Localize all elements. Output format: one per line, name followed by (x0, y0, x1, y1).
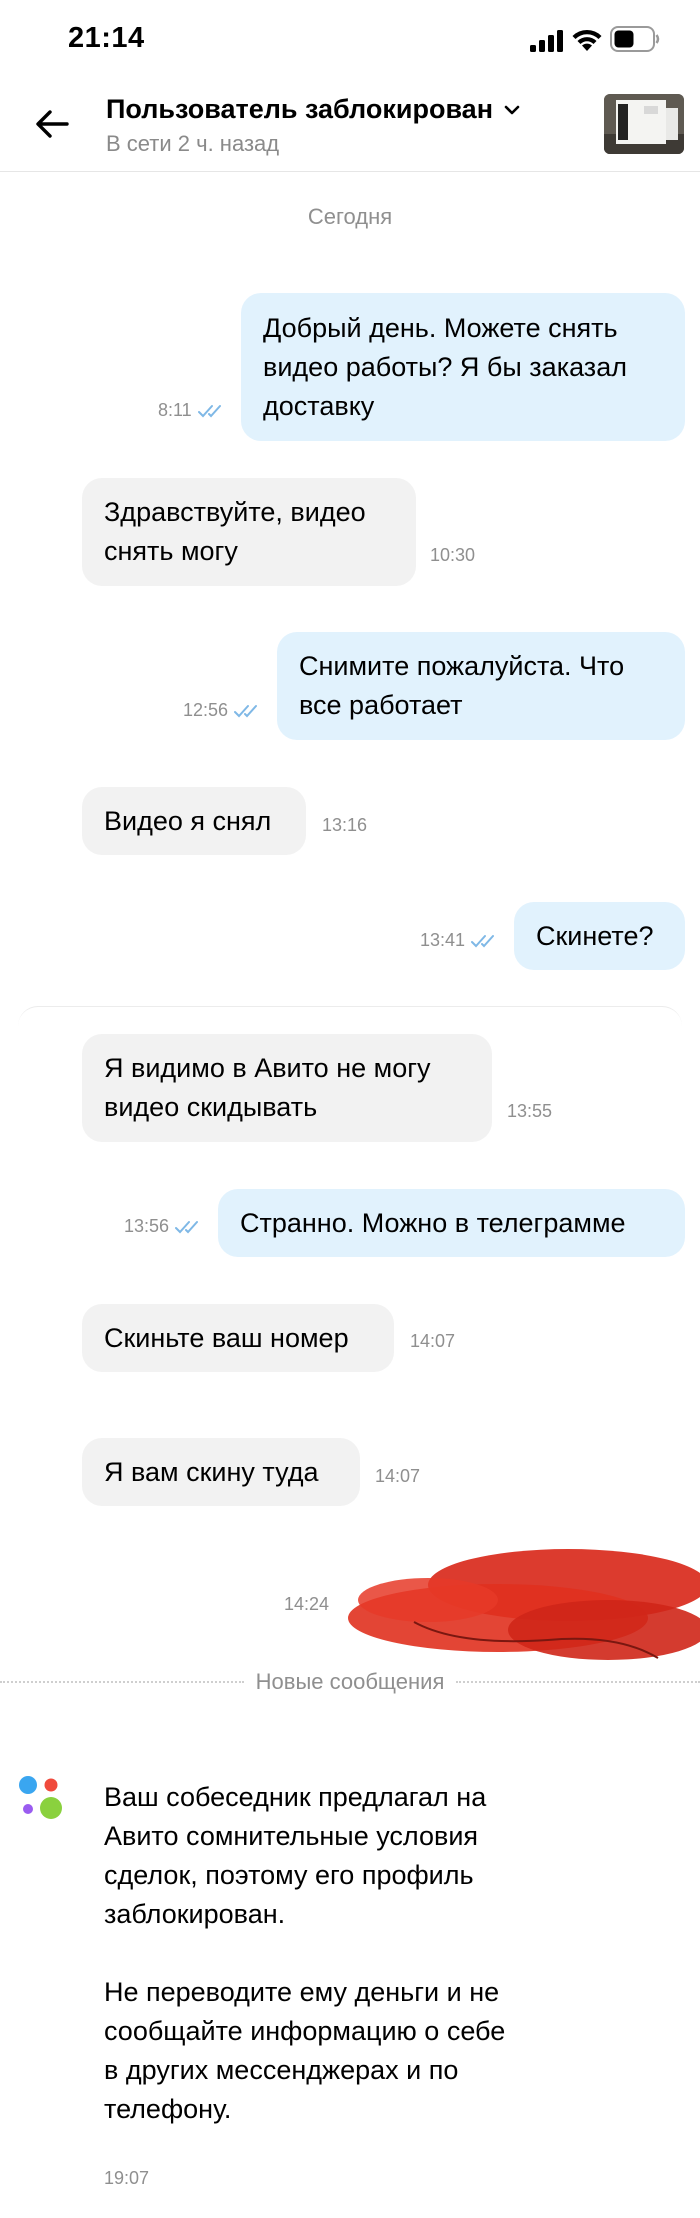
message-time: 12:56 (183, 700, 229, 720)
new-messages-divider: Новые сообщения (0, 1664, 700, 1700)
message-line: Скинете? (536, 920, 654, 951)
chat-title-block[interactable]: Пользователь заблокирован В сети 2 ч. на… (106, 94, 521, 157)
back-button[interactable] (30, 102, 74, 146)
chat-title[interactable]: Пользователь заблокирован (106, 94, 493, 125)
status-time: 21:14 (68, 22, 145, 54)
message-meta: 14:07 (410, 1331, 455, 1352)
incoming-message[interactable]: Я видимо в Авито не могу видео скидывать (82, 1034, 492, 1142)
system-line: Не переводите ему деньги и не (104, 1977, 500, 2007)
system-line: в других мессенджерах и по (104, 2055, 459, 2085)
message-line: все работает (299, 690, 463, 720)
incoming-message[interactable]: Скиньте ваш номер (82, 1304, 394, 1372)
read-checkmarks-icon (234, 704, 258, 717)
system-line: телефону. (104, 2094, 232, 2124)
divider-dots (0, 1681, 244, 1683)
online-status: В сети 2 ч. назад (106, 131, 280, 156)
back-arrow-icon (36, 110, 69, 138)
message-time: 14:07 (375, 1466, 421, 1486)
system-line: заблокирован. (104, 1899, 286, 1929)
system-line: Ваш собеседник предлагал на (104, 1782, 487, 1812)
wifi-icon (572, 29, 602, 51)
incoming-message[interactable]: Я вам скину туда (82, 1438, 360, 1506)
system-line: сообщайте информацию о себе (104, 2016, 506, 2046)
message-time: 14:24 (284, 1594, 330, 1614)
outgoing-message[interactable]: Скинете? (514, 902, 685, 970)
outgoing-message[interactable]: Снимите пожалуйста. Что все работает (277, 632, 685, 740)
divider-dots (456, 1681, 700, 1683)
listing-thumbnail[interactable] (604, 94, 684, 154)
chat-header: Пользователь заблокирован В сети 2 ч. на… (0, 80, 700, 172)
message-line: Я вам скину туда (104, 1456, 319, 1487)
message-meta: 10:30 (430, 545, 475, 566)
message-meta: 13:16 (322, 815, 367, 836)
message-time: 8:11 (158, 400, 192, 420)
incoming-message[interactable]: Здравствуйте, видео снять могу (82, 478, 416, 586)
message-time: 14:07 (410, 1331, 456, 1351)
avito-logo-icon (19, 1776, 62, 1819)
message-line: снять могу (104, 536, 238, 566)
outgoing-message[interactable]: Добрый день. Можете снять видео работы? … (241, 293, 685, 441)
message-line: видео скидывать (104, 1092, 318, 1122)
system-paragraph: Не переводите ему деньги и не сообщайте … (104, 1973, 564, 2129)
message-line: Снимите пожалуйста. Что (299, 651, 625, 681)
system-line: Авито сомнительные условия (104, 1821, 479, 1851)
system-message: Ваш собеседник предлагал на Авито сомнит… (104, 1778, 564, 2129)
message-time: 13:16 (322, 815, 368, 835)
listing-image (604, 94, 684, 154)
message-line: видео работы? Я бы заказал (263, 351, 627, 382)
message-time: 13:41 (420, 930, 466, 950)
system-line: сделок, поэтому его профиль (104, 1860, 474, 1890)
sheet-edge (18, 1006, 682, 1026)
message-line: Здравствуйте, видео (104, 497, 366, 527)
message-line: Странно. Можно в телеграмме (240, 1207, 626, 1238)
message-meta: 13:41 (420, 930, 499, 951)
message-line: Видео я снял (104, 805, 272, 836)
message-time: 10:30 (430, 545, 476, 565)
message-meta: 14:07 (375, 1466, 420, 1487)
message-time: 13:56 (124, 1216, 170, 1236)
date-divider: Сегодня (307, 204, 393, 229)
read-checkmarks-icon (197, 404, 221, 417)
message-meta: 14:24 (284, 1594, 329, 1615)
read-checkmarks-icon (175, 1220, 199, 1233)
message-line: доставку (263, 390, 375, 421)
new-messages-label: Новые сообщения (255, 1669, 445, 1694)
read-checkmarks-icon (471, 934, 495, 947)
chevron-down-icon[interactable] (503, 103, 521, 117)
incoming-message[interactable]: Видео я снял (82, 787, 306, 855)
battery-icon (610, 26, 660, 52)
message-time: 13:55 (507, 1101, 553, 1121)
status-bar: 21:14 (0, 0, 700, 80)
system-paragraph: Ваш собеседник предлагал на Авито сомнит… (104, 1778, 564, 1934)
message-line: Я видимо в Авито не могу (104, 1053, 431, 1083)
message-meta: 8:11 (158, 400, 226, 421)
message-line: Скиньте ваш номер (104, 1322, 349, 1353)
redacted-message (348, 1549, 700, 1660)
message-meta: 12:56 (183, 700, 262, 721)
message-meta: 13:56 (124, 1216, 203, 1237)
message-time: 19:07 (104, 2168, 150, 2188)
outgoing-message[interactable]: Странно. Можно в телеграмме (218, 1189, 685, 1257)
message-line: Добрый день. Можете снять (263, 312, 618, 343)
message-meta: 13:55 (507, 1101, 552, 1122)
signal-icon (530, 30, 563, 52)
